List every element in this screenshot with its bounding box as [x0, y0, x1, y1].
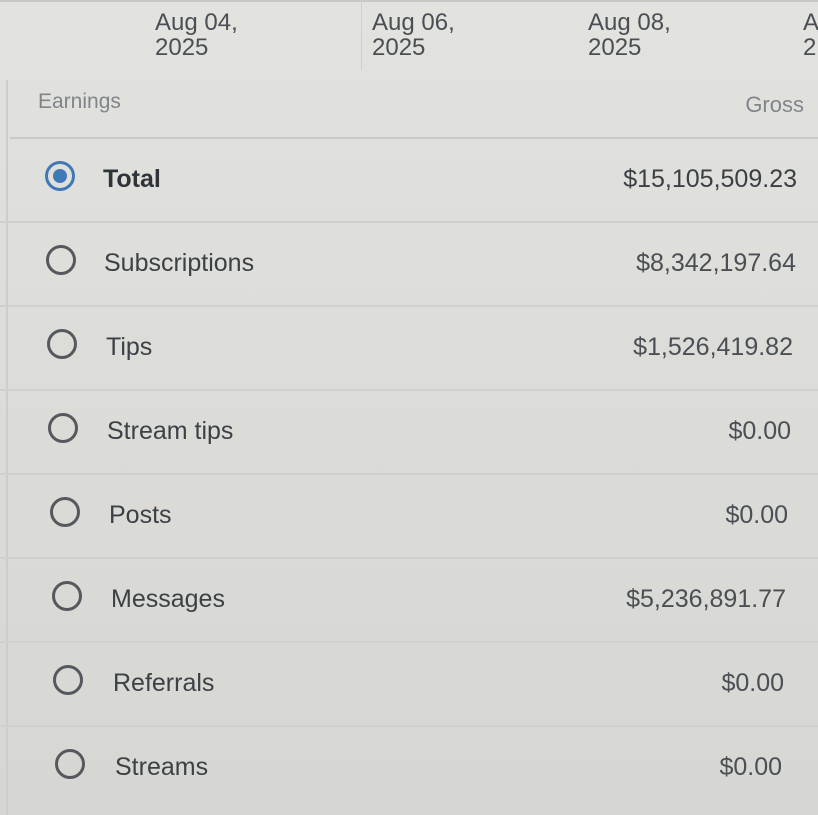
date-label: Aug 08, 2025	[588, 10, 671, 60]
date-label: A 2	[803, 10, 818, 60]
category-amount: $15,105,509.23	[623, 165, 797, 193]
category-label: Posts	[109, 501, 172, 529]
category-label: Referrals	[113, 669, 215, 697]
date-year: 2025	[372, 34, 426, 61]
category-amount: $1,526,419.82	[633, 333, 793, 361]
radio-unselected-icon[interactable]	[50, 497, 80, 527]
radio-unselected-icon[interactable]	[47, 329, 77, 359]
category-row-subscriptions[interactable]: Subscriptions $8,342,197.64	[0, 223, 818, 307]
category-label: Tips	[106, 333, 153, 361]
radio-unselected-icon[interactable]	[48, 413, 78, 443]
category-label: Stream tips	[107, 417, 234, 445]
date-year: 2025	[155, 34, 209, 61]
earnings-table-header: Earnings Gross	[0, 80, 818, 138]
category-row-tips[interactable]: Tips $1,526,419.82	[0, 307, 818, 391]
category-label: Streams	[115, 753, 209, 781]
radio-unselected-icon[interactable]	[53, 665, 83, 695]
category-amount: $5,236,891.77	[626, 585, 786, 613]
date-year: 2	[803, 34, 817, 61]
radio-unselected-icon[interactable]	[52, 581, 82, 611]
category-label: Total	[103, 165, 161, 193]
category-amount: $0.00	[721, 669, 784, 697]
category-row-messages[interactable]: Messages $5,236,891.77	[0, 559, 818, 643]
radio-unselected-icon[interactable]	[55, 749, 85, 779]
category-row-total[interactable]: Total $15,105,509.23	[0, 139, 818, 223]
date-divider	[361, 0, 362, 70]
earnings-category-list: Total $15,105,509.23 Subscriptions $8,34…	[0, 139, 818, 811]
category-amount: $8,342,197.64	[636, 249, 796, 277]
category-amount: $0.00	[719, 753, 782, 781]
category-row-posts[interactable]: Posts $0.00	[0, 475, 818, 559]
date-label: Aug 04, 2025	[155, 10, 238, 60]
date-axis: Aug 04, 2025 Aug 06, 2025 Aug 08, 2025 A…	[0, 0, 818, 72]
date-month-day: A	[803, 9, 818, 36]
date-month-day: Aug 04,	[155, 9, 238, 36]
category-label: Subscriptions	[104, 249, 255, 277]
gross-column-header: Gross	[745, 92, 804, 117]
category-row-referrals[interactable]: Referrals $0.00	[0, 643, 818, 727]
category-amount: $0.00	[728, 417, 791, 445]
date-month-day: Aug 08,	[588, 9, 671, 36]
category-row-streams[interactable]: Streams $0.00	[0, 727, 818, 811]
radio-selected-icon[interactable]	[45, 161, 75, 191]
category-amount: $0.00	[725, 501, 788, 529]
earnings-screen: Aug 04, 2025 Aug 06, 2025 Aug 08, 2025 A…	[0, 0, 818, 815]
category-label: Messages	[111, 585, 225, 613]
radio-unselected-icon[interactable]	[46, 245, 76, 275]
earnings-column-header: Earnings	[38, 90, 121, 113]
date-label: Aug 06, 2025	[372, 10, 455, 60]
date-month-day: Aug 06,	[372, 9, 455, 36]
category-row-stream-tips[interactable]: Stream tips $0.00	[0, 391, 818, 475]
date-year: 2025	[588, 34, 642, 61]
